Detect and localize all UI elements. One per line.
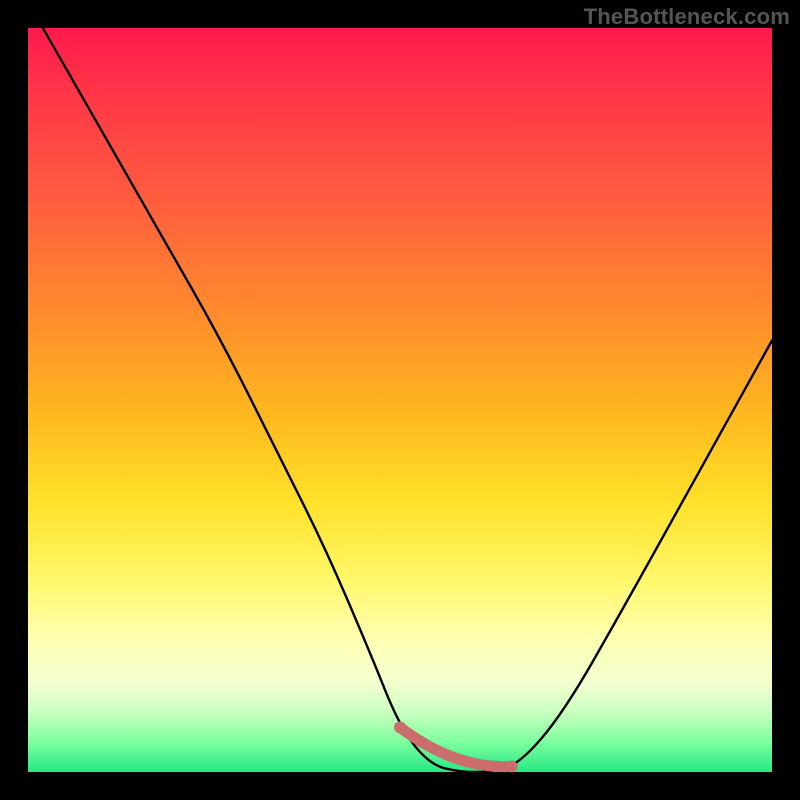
flat-region-endpoint [506, 760, 518, 772]
plot-area [28, 28, 772, 772]
flat-region-endpoint [394, 721, 406, 733]
bottleneck-curve-line [43, 28, 772, 772]
curve-svg [28, 28, 772, 772]
chart-frame: TheBottleneck.com [0, 0, 800, 800]
watermark-text: TheBottleneck.com [584, 4, 790, 30]
